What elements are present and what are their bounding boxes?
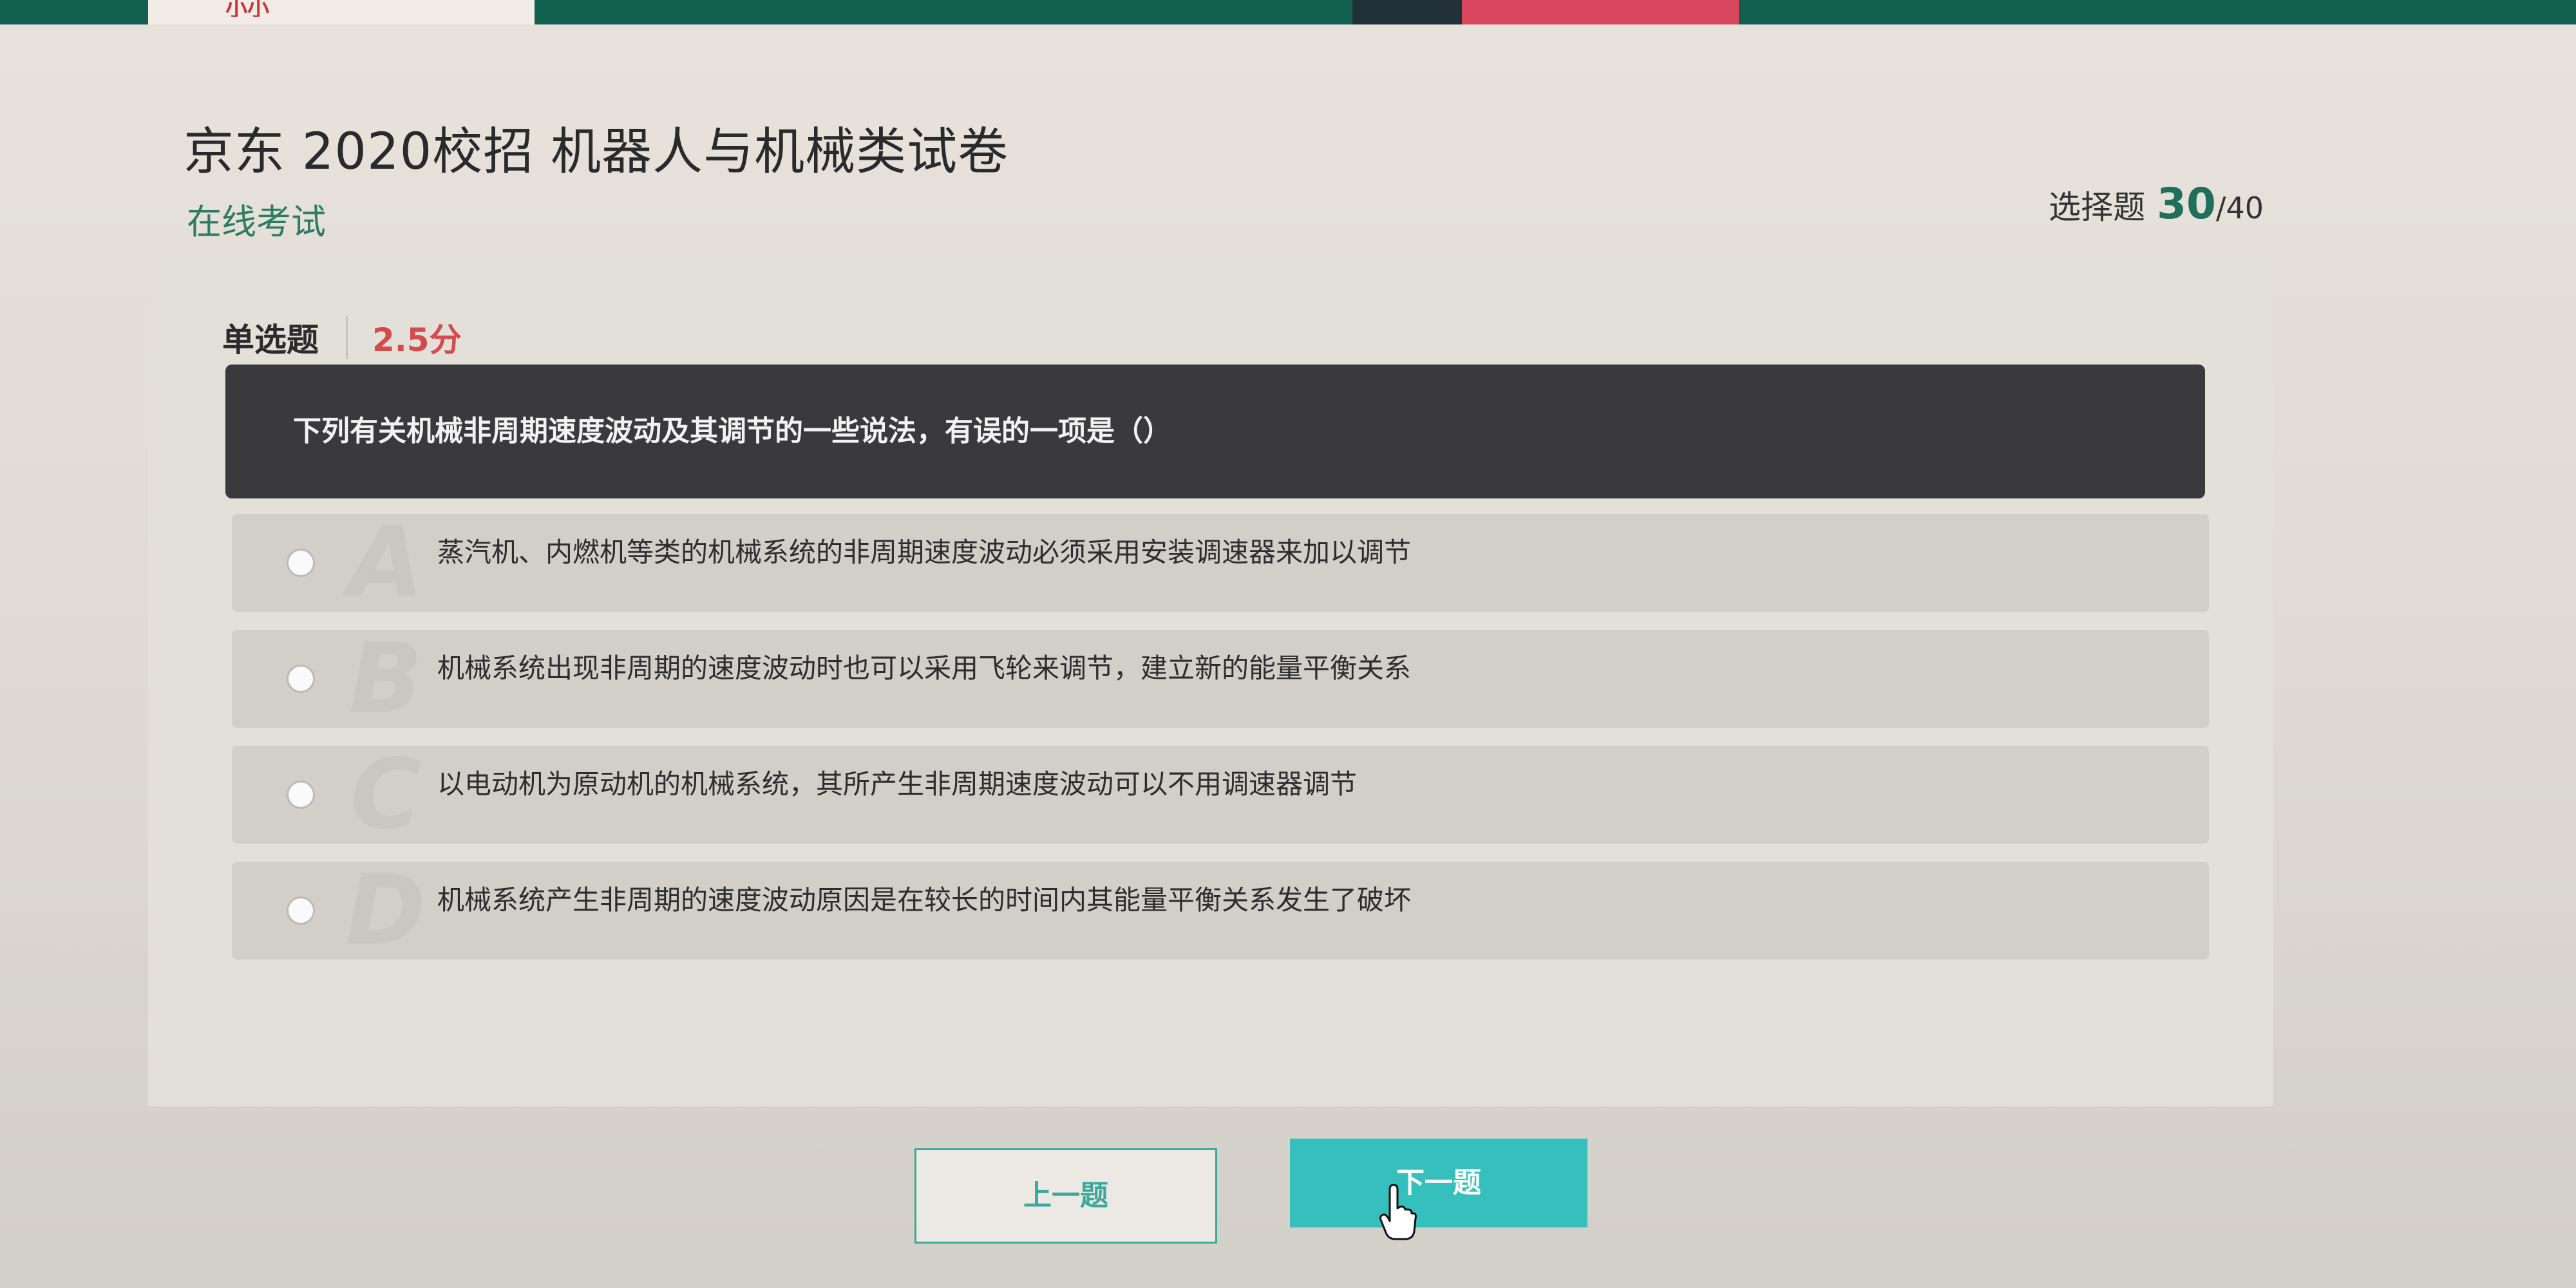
- question-text: 下列有关机械非周期速度波动及其调节的一些说法，有误的一项是（）: [225, 365, 2205, 498]
- radio-button[interactable]: [287, 896, 315, 925]
- option-text: 以电动机为原动机的机械系统，其所产生非周期速度波动可以不用调速器调节: [437, 768, 1358, 800]
- question-score: 2.5分: [372, 321, 462, 359]
- option-c[interactable]: C 以电动机为原动机的机械系统，其所产生非周期速度波动可以不用调速器调节: [232, 746, 2209, 844]
- divider: [346, 316, 348, 359]
- option-letter: A: [348, 507, 424, 619]
- option-a[interactable]: A 蒸汽机、内燃机等类的机械系统的非周期速度波动必须采用安装调速器来加以调节: [232, 514, 2209, 612]
- question-type-label: 单选题: [222, 321, 319, 359]
- question-type-row: 单选题 2.5分: [222, 314, 462, 361]
- top-banner: 小小: [0, 0, 2576, 24]
- radio-button[interactable]: [287, 665, 315, 693]
- hand-cursor-icon: [1379, 1184, 1417, 1240]
- option-text: 蒸汽机、内燃机等类的机械系统的非周期速度波动必须采用安装调速器来加以调节: [437, 536, 1412, 568]
- prev-question-button[interactable]: 上一题: [914, 1148, 1217, 1244]
- progress-label: 选择题: [2049, 189, 2146, 226]
- radio-button[interactable]: [287, 781, 315, 809]
- radio-button[interactable]: [287, 549, 315, 577]
- option-b[interactable]: B 机械系统出现非周期的速度波动时也可以采用飞轮来调节，建立新的能量平衡关系: [232, 630, 2209, 728]
- next-question-button[interactable]: 下一题: [1290, 1139, 1587, 1227]
- banner-dark-block: [1352, 0, 1462, 24]
- question-progress: 选择题 30/40: [2049, 179, 2264, 229]
- progress-total: /40: [2215, 191, 2264, 225]
- brand-logo: 小小: [225, 0, 269, 17]
- option-letter: C: [350, 739, 422, 851]
- banner-red-block: [1462, 0, 1739, 24]
- option-d[interactable]: D 机械系统产生非周期的速度波动原因是在较长的时间内其能量平衡关系发生了破坏: [232, 862, 2209, 960]
- option-text: 机械系统出现非周期的速度波动时也可以采用飞轮来调节，建立新的能量平衡关系: [437, 652, 1412, 684]
- page-title: 京东 2020校招 机器人与机械类试卷: [184, 123, 1009, 181]
- option-text: 机械系统产生非周期的速度波动原因是在较长的时间内其能量平衡关系发生了破坏: [437, 884, 1412, 916]
- exam-page: 京东 2020校招 机器人与机械类试卷 在线考试 选择题 30/40 单选题 2…: [0, 24, 2576, 1288]
- option-letter: B: [348, 623, 423, 735]
- page-subtitle: 在线考试: [187, 202, 326, 242]
- brand-logo-area: 小小: [148, 0, 535, 24]
- progress-current: 30: [2157, 179, 2216, 229]
- option-letter: D: [345, 855, 426, 967]
